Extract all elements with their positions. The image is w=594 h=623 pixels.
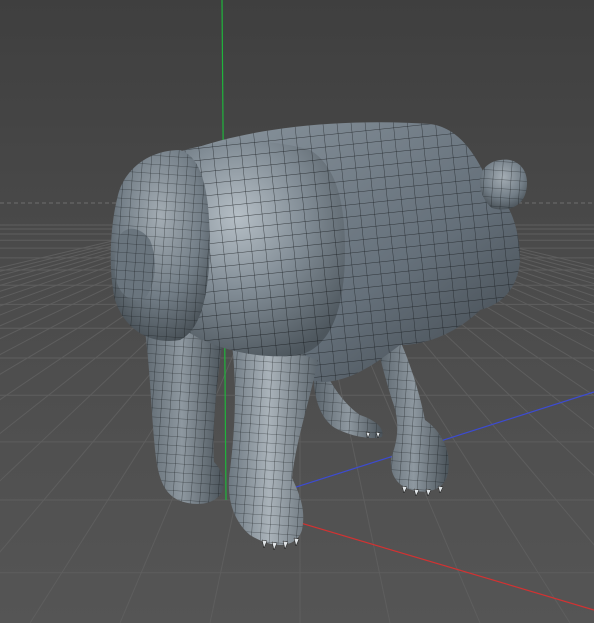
viewport-canvas[interactable]: [0, 0, 594, 623]
perspective-viewport[interactable]: [0, 0, 594, 623]
